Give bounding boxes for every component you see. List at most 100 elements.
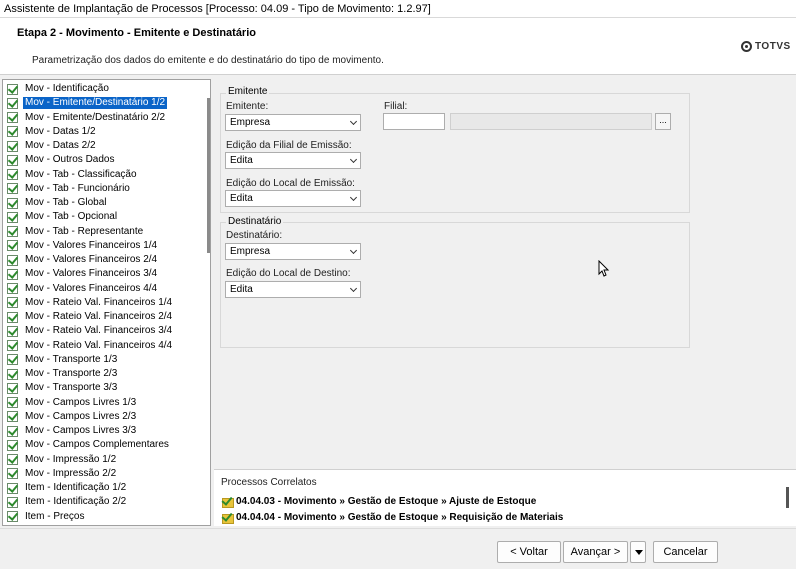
step-item[interactable]: Mov - Valores Financeiros 1/4 bbox=[7, 239, 159, 253]
step-label: Mov - Datas 1/2 bbox=[25, 125, 96, 137]
step-item[interactable]: Mov - Campos Livres 1/3 bbox=[7, 396, 138, 410]
step-item[interactable]: Mov - Transporte 1/3 bbox=[7, 353, 119, 367]
step-item[interactable]: Mov - Campos Livres 3/3 bbox=[7, 424, 138, 438]
step-label: Mov - Rateio Val. Financeiros 3/4 bbox=[25, 325, 173, 337]
window-title: Assistente de Implantação de Processos [… bbox=[0, 0, 796, 18]
wizard-header: Etapa 2 - Movimento - Emitente e Destina… bbox=[0, 18, 796, 75]
destinatario-value: Empresa bbox=[230, 246, 271, 257]
step-item[interactable]: Mov - Impressão 2/2 bbox=[7, 467, 118, 481]
emitente-value: Empresa bbox=[230, 117, 271, 128]
step-item[interactable]: Mov - Tab - Funcionário bbox=[7, 182, 132, 196]
step-check-icon bbox=[7, 325, 18, 337]
step-check-icon bbox=[7, 340, 18, 351]
step-item[interactable]: Mov - Impressão 1/2 bbox=[7, 453, 118, 467]
step-item[interactable]: Item - Preços bbox=[7, 510, 86, 524]
step-item[interactable]: Mov - Identificação bbox=[7, 82, 111, 96]
step-label: Item - Identificação 2/2 bbox=[25, 496, 127, 508]
step-label: Item - Preços bbox=[25, 510, 85, 522]
cancel-button[interactable]: Cancelar bbox=[653, 541, 718, 563]
totvs-logo-icon bbox=[741, 41, 752, 52]
step-label: Mov - Tab - Funcionário bbox=[25, 182, 130, 194]
step-label: Mov - Outros Dados bbox=[25, 154, 115, 166]
edicao-local-destino-label: Edição do Local de Destino: bbox=[226, 268, 351, 279]
step-item[interactable]: Mov - Rateio Val. Financeiros 1/4 bbox=[7, 296, 174, 310]
edicao-local-emissao-select[interactable]: Edita bbox=[225, 190, 361, 207]
step-label: Mov - Impressão 1/2 bbox=[25, 453, 117, 465]
step-label: Mov - Impressão 2/2 bbox=[25, 467, 117, 479]
step-check-icon bbox=[7, 368, 18, 380]
filial-lookup-button[interactable]: ... bbox=[655, 113, 671, 130]
correlated-item[interactable]: 04.04.04 - Movimento » Gestão de Estoque… bbox=[221, 510, 563, 524]
emitente-select[interactable]: Empresa bbox=[225, 114, 361, 131]
step-check-icon bbox=[7, 283, 18, 294]
step-check-icon bbox=[7, 83, 18, 95]
steps-tree[interactable]: Mov - Identificação Mov - Emitente/Destin… bbox=[2, 79, 211, 526]
step-check-icon bbox=[7, 97, 18, 109]
correlated-processes-panel: Processos Correlatos 04.04.03 - Moviment… bbox=[214, 469, 796, 526]
chevron-down-icon bbox=[349, 117, 358, 126]
process-check-icon bbox=[221, 495, 234, 508]
step-item[interactable]: Item - Identificação 1/2 bbox=[7, 481, 128, 495]
step-check-icon bbox=[7, 226, 18, 237]
filial-name-input bbox=[450, 113, 652, 130]
step-item[interactable]: Mov - Emitente/Destinatário 1/2 bbox=[7, 96, 169, 111]
step-item[interactable]: Mov - Datas 2/2 bbox=[7, 139, 98, 153]
step-check-icon bbox=[7, 482, 18, 494]
step-check-icon bbox=[7, 126, 18, 138]
step-item[interactable]: Mov - Transporte 2/3 bbox=[7, 367, 119, 381]
step-check-icon bbox=[7, 183, 18, 195]
destinatario-label: Destinatário: bbox=[226, 230, 283, 241]
step-item[interactable]: Mov - Valores Financeiros 2/4 bbox=[7, 253, 159, 267]
wizard-footer: < Voltar Avançar > Cancelar bbox=[0, 528, 796, 569]
steps-scrollbar[interactable] bbox=[207, 98, 210, 253]
edicao-filial-value: Edita bbox=[230, 155, 253, 166]
step-check-icon bbox=[7, 140, 18, 152]
correlated-title: Processos Correlatos bbox=[221, 477, 317, 488]
correlated-scrollbar[interactable] bbox=[786, 487, 789, 508]
step-item[interactable]: Mov - Outros Dados bbox=[7, 153, 116, 167]
step-item[interactable]: Mov - Tab - Representante bbox=[7, 225, 145, 239]
step-item[interactable]: Mov - Datas 1/2 bbox=[7, 125, 98, 139]
step-item[interactable]: Mov - Tab - Global bbox=[7, 196, 109, 210]
step-item[interactable]: Mov - Valores Financeiros 3/4 bbox=[7, 267, 159, 281]
step-item[interactable]: Mov - Tab - Opcional bbox=[7, 210, 119, 224]
step-item[interactable]: Item - Identificação 2/2 bbox=[7, 495, 128, 509]
step-label: Mov - Campos Livres 1/3 bbox=[25, 396, 137, 408]
step-label: Mov - Valores Financeiros 3/4 bbox=[25, 268, 158, 280]
chevron-down-icon bbox=[349, 155, 358, 164]
step-item[interactable]: Mov - Campos Livres 2/3 bbox=[7, 410, 138, 424]
step-item[interactable]: Mov - Valores Financeiros 4/4 bbox=[7, 282, 159, 296]
correlated-item[interactable]: 04.04.03 - Movimento » Gestão de Estoque… bbox=[221, 494, 536, 508]
step-label: Mov - Rateio Val. Financeiros 2/4 bbox=[25, 311, 173, 322]
filial-code-input[interactable] bbox=[383, 113, 445, 130]
step-label: Mov - Rateio Val. Financeiros 1/4 bbox=[25, 296, 173, 308]
step-check-icon bbox=[7, 240, 18, 252]
step-item[interactable]: Mov - Transporte 3/3 bbox=[7, 381, 119, 395]
edicao-filial-select[interactable]: Edita bbox=[225, 152, 361, 169]
emitente-legend: Emitente bbox=[226, 86, 270, 97]
step-check-icon bbox=[7, 311, 18, 323]
step-item[interactable]: Mov - Rateio Val. Financeiros 4/4 bbox=[7, 339, 174, 353]
chevron-down-icon bbox=[349, 246, 358, 255]
step-check-icon bbox=[7, 397, 18, 408]
step-label: Mov - Transporte 1/3 bbox=[25, 353, 118, 365]
step-item[interactable]: Mov - Rateio Val. Financeiros 2/4 bbox=[7, 310, 174, 324]
step-item[interactable]: Mov - Rateio Val. Financeiros 3/4 bbox=[7, 324, 174, 338]
back-button[interactable]: < Voltar bbox=[497, 541, 561, 563]
next-options-button[interactable] bbox=[630, 541, 646, 563]
edicao-local-destino-select[interactable]: Edita bbox=[225, 281, 361, 298]
step-label: Mov - Campos Livres 3/3 bbox=[25, 425, 137, 436]
step-item[interactable]: Mov - Tab - Classificação bbox=[7, 168, 139, 182]
step-check-icon bbox=[7, 468, 18, 480]
step-label: Item - Identificação 1/2 bbox=[25, 482, 127, 493]
step-item[interactable]: Mov - Emitente/Destinatário 2/2 bbox=[7, 111, 167, 125]
edicao-local-emissao-label: Edição do Local de Emissão: bbox=[226, 178, 355, 189]
destinatario-legend: Destinatário bbox=[226, 216, 284, 227]
next-button[interactable]: Avançar > bbox=[563, 541, 628, 563]
step-label: Mov - Valores Financeiros 2/4 bbox=[25, 254, 158, 265]
logo-text: TOTVS bbox=[755, 41, 791, 52]
filial-label: Filial: bbox=[384, 101, 408, 112]
step-check-icon bbox=[7, 411, 18, 423]
step-item[interactable]: Mov - Campos Complementares bbox=[7, 438, 171, 452]
destinatario-select[interactable]: Empresa bbox=[225, 243, 361, 260]
